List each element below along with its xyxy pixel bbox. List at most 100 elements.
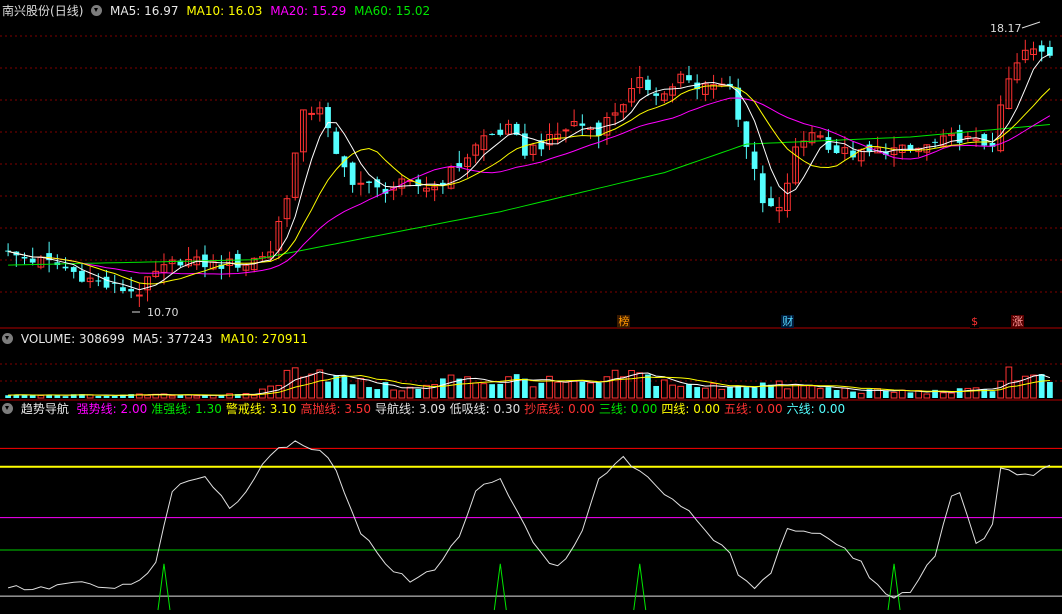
- volume-bar-up: [447, 374, 455, 399]
- volume-bar-up: [398, 390, 406, 399]
- volume-bar-down: [989, 391, 996, 398]
- candle-body-down: [29, 258, 36, 263]
- volume-bar-down: [513, 374, 520, 398]
- indicator-spike: [493, 563, 507, 611]
- ma10-value: 16.03: [228, 4, 263, 18]
- volume-bar-up: [1013, 380, 1021, 399]
- volume-value: 308699: [78, 332, 125, 346]
- indicator-item-label: 准强线:: [151, 402, 192, 416]
- indicator-item: 准强线: 1.30: [151, 402, 222, 416]
- volume-label: VOLUME:: [20, 332, 76, 346]
- dropdown-icon[interactable]: [91, 5, 103, 16]
- volume-bar-up: [37, 394, 45, 399]
- event-badge[interactable]: $: [970, 315, 980, 328]
- volume-bar-down: [956, 388, 963, 398]
- volume-bar-up: [300, 376, 307, 399]
- candle-body-down: [833, 145, 840, 154]
- volume-bar-up: [168, 395, 176, 399]
- volume-bar-down: [579, 381, 586, 398]
- volume-bar-up: [603, 376, 611, 399]
- volume-bar-up: [423, 384, 430, 399]
- candle-body-down: [21, 256, 28, 259]
- stock-name: 南兴股份: [2, 4, 51, 18]
- indicator-item-label: 导航线:: [375, 402, 416, 416]
- indicator-item-value: 0.30: [489, 402, 521, 416]
- indicator-item: 抄底线: 0.00: [524, 402, 595, 416]
- volume-bar-down: [825, 387, 832, 398]
- volume-bar-down: [743, 387, 750, 398]
- ma5-label: MA5:: [110, 4, 141, 18]
- volume-bar-down: [489, 384, 495, 398]
- volume-bar-down: [735, 385, 742, 398]
- high-price-label: 18.17: [990, 22, 1022, 35]
- volume-bar-down: [850, 391, 856, 398]
- indicator-item-value: 0.00: [752, 402, 783, 416]
- volume-bar-down: [694, 387, 701, 398]
- volume-bar-down: [415, 388, 422, 398]
- indicator-item: 强势线: 2.00: [77, 402, 148, 416]
- candle-body-down: [79, 270, 85, 282]
- indicator-item-value: 0.00: [626, 402, 658, 416]
- event-badge[interactable]: 财: [781, 315, 795, 328]
- candle-body-down: [70, 267, 77, 272]
- event-badge[interactable]: 涨: [1011, 315, 1025, 328]
- volume-bar-up: [1030, 374, 1037, 399]
- low-price-label: 10.70: [147, 306, 179, 319]
- indicator-item: 警戒线: 3.10: [226, 402, 297, 416]
- volume-bar-up: [636, 372, 644, 399]
- volume-bar-up: [529, 386, 537, 399]
- indicator-item-label: 警戒线:: [225, 402, 266, 416]
- indicator-item: 高抛线: 3.50: [300, 402, 371, 416]
- vol-ma10-label: MA10:: [220, 332, 259, 346]
- candle-body-down: [653, 93, 660, 96]
- volume-bar-up: [677, 385, 685, 399]
- indicator-item-label: 低吸线:: [449, 402, 490, 416]
- candle-body-down: [956, 129, 963, 143]
- volume-bar-down: [374, 389, 381, 398]
- ma60-value: 15.02: [395, 4, 431, 18]
- volume-bar-down: [456, 378, 463, 398]
- ma10-label: MA10:: [186, 4, 225, 18]
- volume-bar-up: [390, 389, 398, 399]
- volume-bar-down: [686, 384, 692, 398]
- candle-body-up: [357, 182, 365, 185]
- candle-body-down: [349, 162, 356, 185]
- volume-bar-down: [103, 395, 110, 398]
- indicator-item-label: 四线:: [661, 402, 690, 416]
- volume-bar-down: [1038, 374, 1045, 398]
- volume-bar-down: [522, 378, 528, 398]
- vol-ma5-label: MA5:: [132, 332, 163, 346]
- indicator-item: 导航线: 3.09: [375, 402, 446, 416]
- indicator-item-value: 0.00: [814, 402, 846, 416]
- volume-bar-down: [29, 395, 36, 398]
- volume-bar-down: [341, 375, 348, 398]
- volume-bar-down: [727, 386, 733, 398]
- volume-bar-up: [775, 380, 783, 399]
- indicator-panel-header: 趋势导航 强势线: 2.00 准强线: 1.30 警戒线: 3.10 高抛线: 3.5…: [2, 401, 849, 417]
- candle-body-down: [497, 129, 504, 135]
- dropdown-icon[interactable]: [2, 333, 13, 344]
- event-badge[interactable]: 榜: [617, 315, 631, 328]
- volume-bar-up: [316, 369, 324, 399]
- indicator-item-value: 0.00: [689, 402, 721, 416]
- candle-body-down: [489, 133, 495, 135]
- dropdown-icon[interactable]: [2, 403, 13, 414]
- indicator-spike: [887, 563, 901, 611]
- volume-bar-up: [718, 388, 726, 399]
- period-label: (日线): [50, 4, 84, 18]
- indicator-spike: [633, 563, 647, 611]
- indicator-item-label: 六线:: [786, 402, 815, 416]
- indicator-spike: [157, 563, 171, 611]
- indicator-item-value: 0.00: [564, 402, 595, 416]
- volume-bar-up: [948, 392, 955, 399]
- volume-bar-up: [800, 385, 808, 399]
- volume-bar-down: [751, 387, 758, 398]
- candle-body-down: [120, 287, 126, 292]
- volume-bar-up: [964, 387, 972, 399]
- volume-bar-up: [841, 387, 849, 399]
- candle-body-down: [95, 280, 102, 282]
- volume-bar-down: [653, 385, 660, 398]
- candle-body-down: [103, 276, 110, 288]
- indicator-name: 趋势导航: [20, 402, 69, 416]
- candle-body-down: [759, 173, 766, 204]
